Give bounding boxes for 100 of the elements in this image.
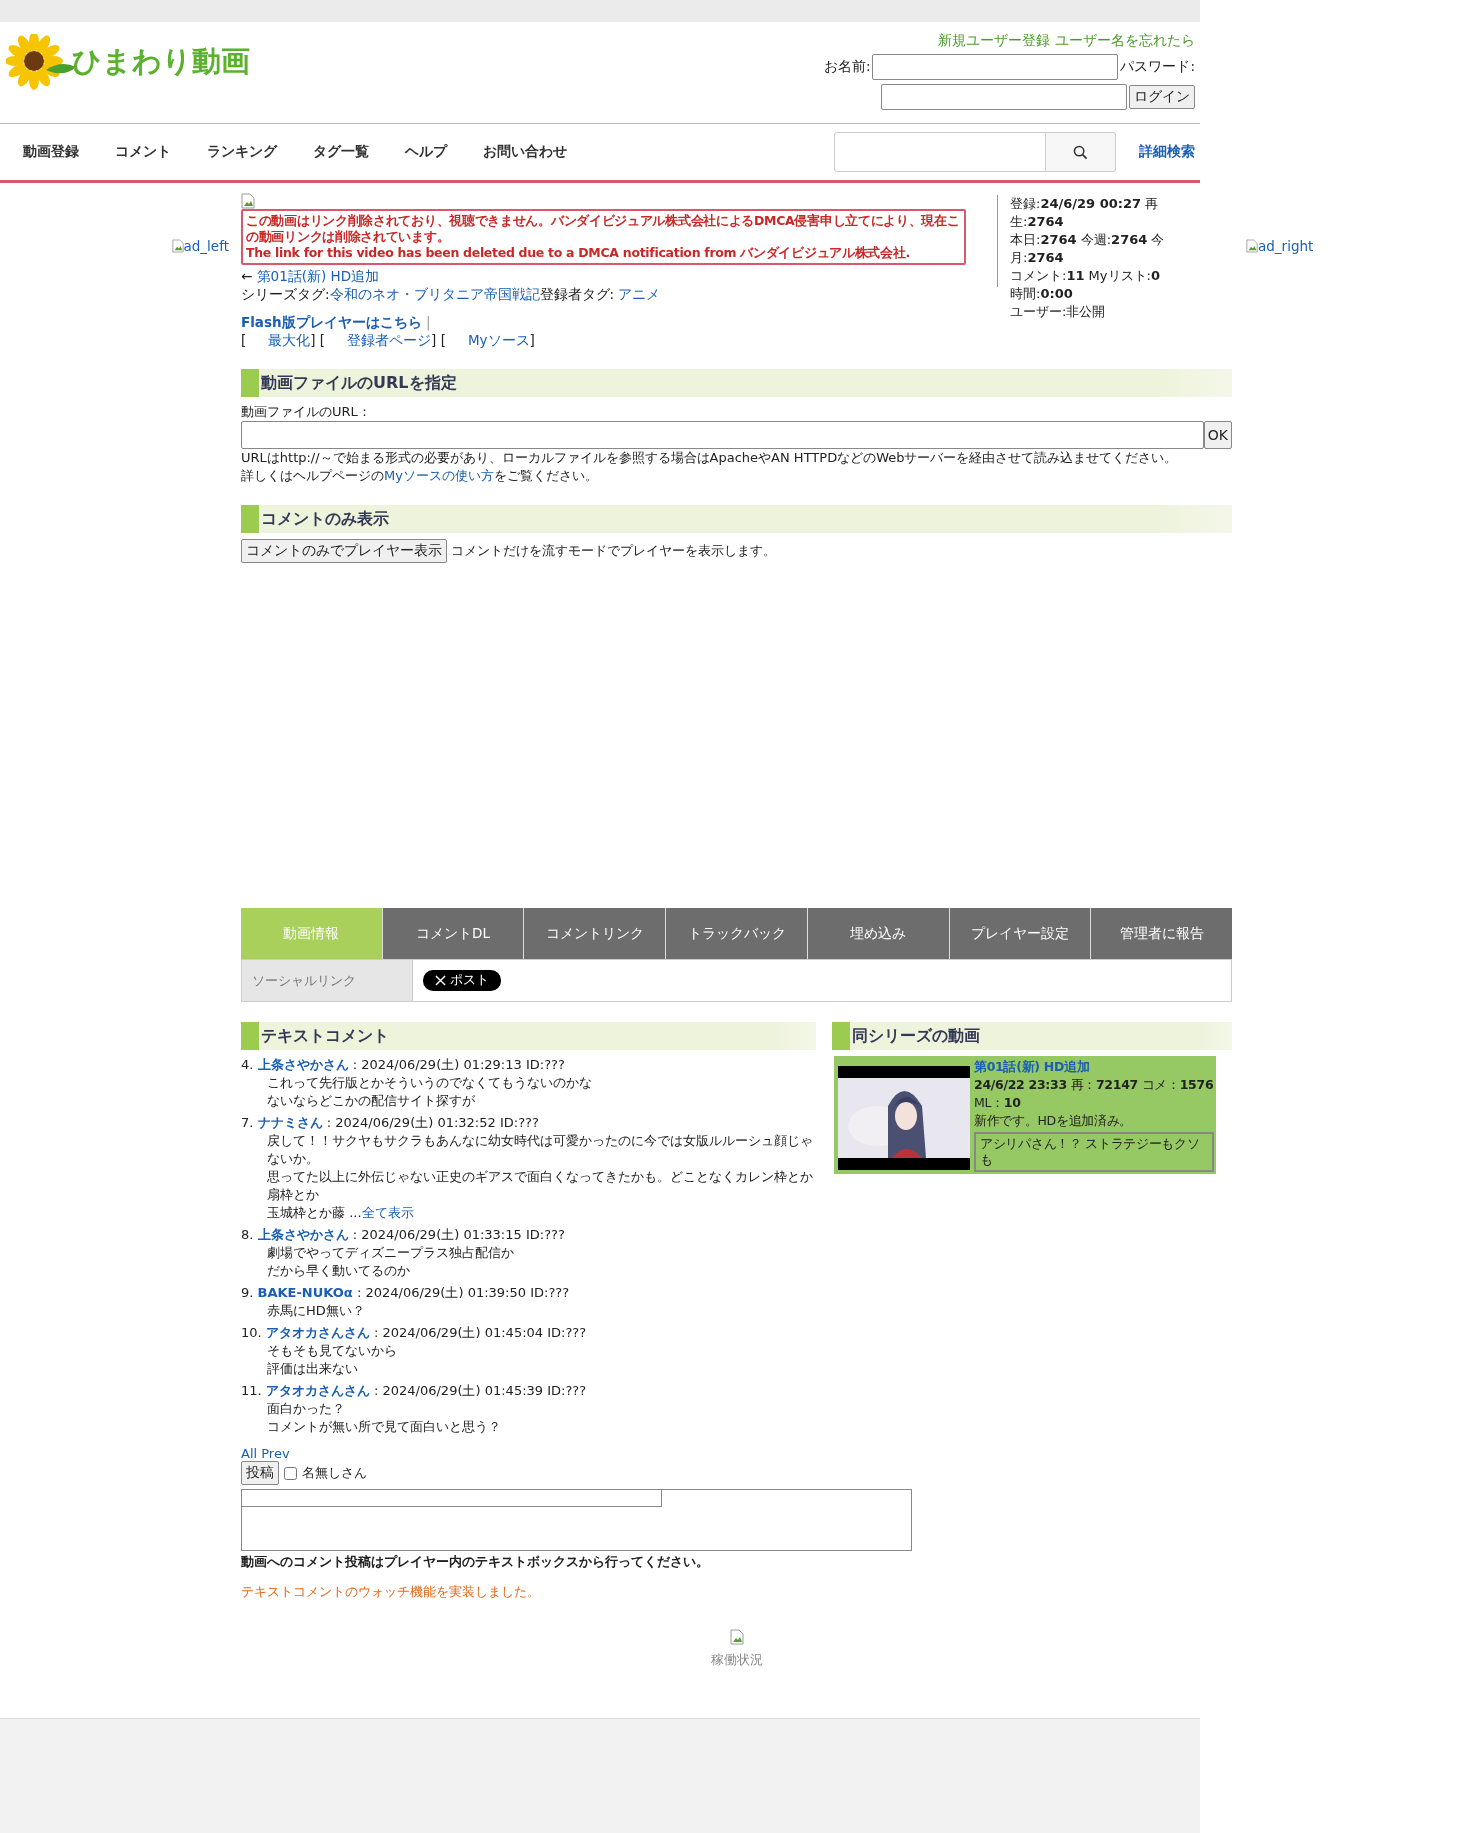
comment-number: 11. [241, 1383, 262, 1398]
comment-textarea[interactable] [241, 1489, 912, 1551]
social-label: ソーシャルリンク [242, 960, 413, 1001]
ad-placeholder[interactable]: ad_right [1246, 238, 1314, 254]
comment-meta: : 2024/06/29(土) 01:33:15 ID:??? [352, 1227, 565, 1242]
comment-meta: : 2024/06/29(土) 01:29:13 ID:??? [352, 1057, 565, 1072]
notice-text: この動画はリンク削除されており、視聴できません。バンダイビジュアル株式会社によるDMCA侵害申し立てにより、現在この動画リンクは削除されています。 [246, 213, 961, 245]
tab[interactable]: プレイヤー設定 [948, 908, 1091, 959]
tag-link[interactable]: アニメ [618, 286, 661, 302]
tab[interactable]: コメントリンク [523, 908, 666, 959]
watch-feature-link[interactable]: テキストコメントのウォッチ機能を実装しました。 [241, 1583, 540, 1601]
anonymous-checkbox[interactable] [284, 1466, 297, 1480]
comment-text: コメントが無い所で見て面白いと思う？ [266, 1418, 502, 1436]
comment-text: だから早く動いてるのか [266, 1262, 411, 1280]
broken-image-icon [241, 193, 255, 209]
comment-number: 10. [241, 1325, 262, 1340]
nav-item[interactable]: タグ一覧 [313, 143, 369, 161]
x-logo-icon [435, 975, 446, 986]
bracket-text: ] [ [431, 332, 446, 348]
comment-number: 8. [241, 1227, 254, 1242]
comment-number: 4. [241, 1057, 254, 1072]
stat-text: 本日:2764 今週:2764 今月:2764 [1010, 231, 1166, 267]
bracket-text: ] [529, 332, 535, 348]
comment-author[interactable]: 上条さやかさん [257, 1227, 349, 1242]
field-label: 動画ファイルのURL： [241, 403, 372, 421]
stat-text: 時間:0:00 [1010, 285, 1074, 303]
section-heading: 動画ファイルのURLを指定 [241, 369, 1232, 397]
comment-meta: : 2024/06/29(土) 01:39:50 ID:??? [356, 1285, 570, 1300]
show-all-link[interactable]: 全て表示 [361, 1205, 414, 1220]
comment-text: 面白かった？ [266, 1400, 346, 1418]
login-button[interactable]: ログイン [1129, 85, 1195, 109]
tab[interactable]: トラックバック [665, 908, 807, 959]
search-icon [1073, 144, 1088, 160]
tab[interactable]: 埋め込み [806, 908, 949, 959]
comment-author[interactable]: アタオカさんさん [265, 1325, 370, 1340]
player-link[interactable]: 最大化 [268, 332, 311, 348]
header-link[interactable]: ユーザー名を忘れたら [1055, 32, 1195, 50]
tag-label: シリーズタグ: [241, 286, 330, 302]
bracket-text: ] [ [310, 332, 326, 348]
ad-placeholder[interactable]: ad_left [171, 238, 229, 254]
broken-image-icon [729, 1629, 744, 1645]
comment-meta: : 2024/06/29(土) 01:32:52 ID:??? [326, 1115, 539, 1130]
comment-meta: : 2024/06/29(土) 01:45:39 ID:??? [373, 1383, 587, 1398]
tag-link[interactable]: 令和のネオ・ブリタニア帝国戦記 [329, 286, 540, 302]
comment-text: 劇場でやってディズニープラス独占配信か [266, 1244, 515, 1262]
nav-item[interactable]: ランキング [207, 143, 277, 161]
section-heading: コメントのみ表示 [241, 505, 1232, 533]
latest-comment: アシリパさん！？ ストラテジーもクソも [974, 1132, 1214, 1172]
comment-text: ないならどこかの配信サイト探すが [266, 1092, 476, 1110]
flash-player-link[interactable]: Flash版プレイヤーはこちら [241, 314, 422, 330]
ok-button[interactable]: OK [1203, 421, 1232, 449]
comment-text: これって先行版とかそういうのでなくてもうないのかな [266, 1074, 593, 1092]
nav-item[interactable]: お問い合わせ [483, 143, 567, 161]
player-link[interactable]: 登録者ページ [347, 332, 432, 348]
help-text: 詳しくはヘルプページのMyソースの使い方をご覧ください。 [241, 467, 599, 485]
post-button[interactable]: ポスト [423, 970, 501, 991]
section-heading: テキストコメント [241, 1022, 816, 1050]
tag-label: 登録者タグ: [539, 286, 615, 302]
comment-title-field[interactable] [241, 1489, 662, 1507]
comment-only-button[interactable]: コメントのみでプレイヤー表示 [241, 539, 447, 563]
checkbox-label: 名無しさん [302, 1464, 367, 1482]
url-note: URLはhttp://～で始まる形式の必要があり、ローカルファイルを参照する場合はApacheやAN HTTPDなどのWebサーバーを経由させて読み込ませてください。 [241, 449, 1179, 467]
bracket-text: [ [241, 332, 247, 348]
tab[interactable]: 管理者に報告 [1090, 908, 1233, 959]
help-link[interactable]: Myソースの使い方 [384, 468, 494, 483]
post-comment-button[interactable]: 投稿 [241, 1461, 279, 1485]
nav-item[interactable]: コメント [115, 143, 171, 161]
comment-meta: : 2024/06/29(土) 01:45:04 ID:??? [373, 1325, 587, 1340]
nav-item[interactable]: 動画登録 [23, 143, 79, 161]
comment-text: 戻して！！サクヤもサクラもあんなに幼女時代は可愛かったのに今では女版ルルーシュ顔じゃないか。 [266, 1132, 814, 1168]
tab[interactable]: コメントDL [381, 908, 524, 959]
name-field[interactable] [872, 54, 1119, 80]
comment-number: 7. [241, 1115, 254, 1130]
header-link[interactable]: 新規ユーザー登録 [938, 32, 1050, 50]
comment-author[interactable]: アタオカさんさん [265, 1383, 370, 1398]
stat-text: コメント:11 Myリスト:0 [1010, 267, 1161, 285]
separator-text: | [425, 314, 431, 330]
arrow-text: ← [241, 268, 253, 284]
previous-video-link[interactable]: 第01話(新) HD追加 [256, 268, 380, 284]
comment-author[interactable]: 上条さやかさん [257, 1057, 349, 1072]
comment-author[interactable]: BAKE-NUKOα [257, 1285, 353, 1300]
section-heading: 同シリーズの動画 [832, 1022, 1232, 1050]
comment-author[interactable]: ナナミさん [257, 1115, 323, 1130]
nav-item[interactable]: ヘルプ [405, 143, 447, 161]
broken-image-icon [171, 239, 184, 253]
status-link[interactable]: 稼働状況 [710, 1651, 763, 1669]
stat-text: 登録:24/6/29 00:27 再生:2764 [1010, 195, 1160, 231]
all-prev-link[interactable]: All Prev [241, 1446, 290, 1461]
search-button[interactable] [1046, 132, 1116, 172]
password-field[interactable] [881, 84, 1127, 110]
url-field[interactable] [241, 421, 1204, 449]
player-link[interactable]: Myソース [467, 332, 530, 348]
search-field[interactable] [834, 132, 1046, 172]
advanced-search-link[interactable]: 詳細検索 [1139, 143, 1195, 161]
comment-text: そもそも見てないから [266, 1342, 398, 1360]
video-description: 新作です。HDを追加済み。 [974, 1112, 1134, 1130]
comment-text: 評価は出来ない [266, 1360, 359, 1378]
stat-text: ユーザー:非公開 [1010, 303, 1107, 321]
comment-text: 赤馬にHD無い？ [266, 1302, 366, 1320]
name-label: お名前: [823, 58, 871, 76]
